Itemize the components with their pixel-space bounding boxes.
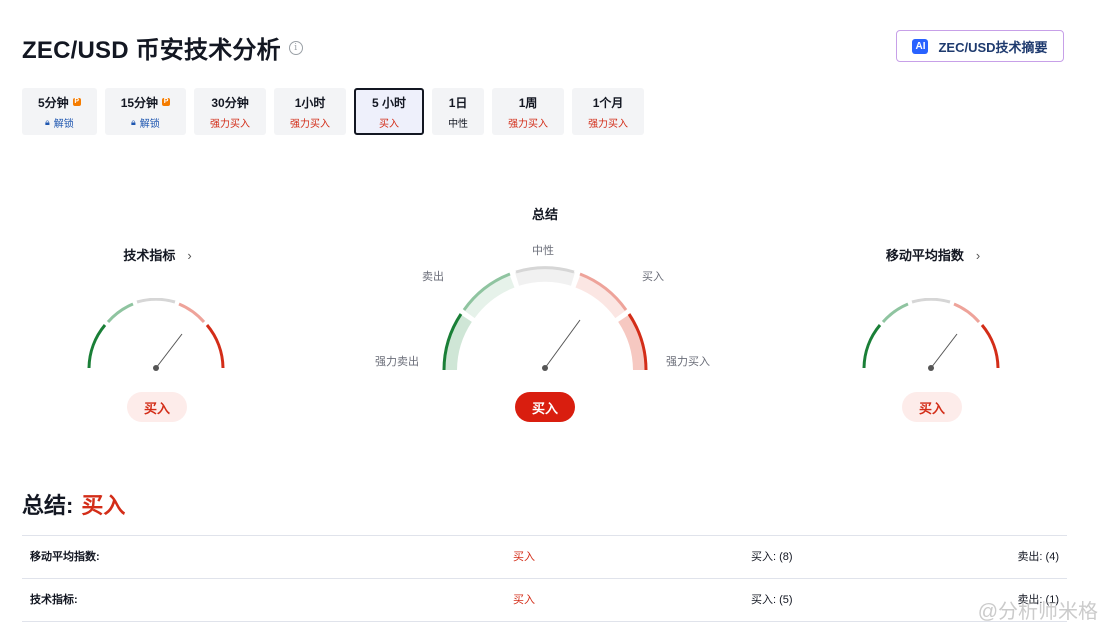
summary-gauge-title: 总结	[531, 207, 558, 222]
summary-heading-label: 总结:	[22, 493, 74, 518]
gauge-segment-neutral	[911, 298, 951, 304]
gauge-segment-buy	[953, 302, 981, 324]
tab-1w[interactable]: 1周 强力买入	[492, 88, 565, 135]
moving-averages-gauge-title[interactable]: 移动平均指数 ›	[868, 245, 998, 264]
summary-heading-value: 买入	[81, 493, 126, 518]
chevron-right-icon: ›	[187, 248, 192, 263]
table-row[interactable]: 技术指标: 买入 买入: (5) 卖出: (1)	[22, 578, 1067, 622]
gauge-segment-sell	[106, 302, 134, 324]
tab-1h[interactable]: 1小时 强力买入	[274, 88, 347, 135]
ai-summary-label: ZEC/USD技术摘要	[938, 39, 1048, 55]
page-title-text: ZEC/USD 币安技术分析	[22, 37, 281, 64]
chevron-right-icon: ›	[975, 248, 981, 263]
ai-summary-button[interactable]: AI ZEC/USD技术摘要	[896, 30, 1064, 62]
row-buy-count: 买入: (5)	[751, 594, 793, 606]
row-buy-count: 买入: (8)	[751, 551, 793, 563]
summary-heading: 总结: 买入	[22, 488, 125, 520]
tab-5h[interactable]: 5 小时 买入	[354, 88, 425, 135]
gauge-needle-hub	[542, 365, 548, 371]
tab-label: 1个月	[592, 95, 624, 110]
ai-icon: AI	[912, 38, 929, 54]
gauge-label-strong-buy: 强力买入	[666, 356, 710, 368]
gauge-band-neutral	[514, 267, 576, 286]
gauge-segment-strong-sell	[87, 324, 107, 369]
gauge-needle	[930, 333, 958, 369]
moving-averages-gauge	[862, 298, 1000, 371]
lock-icon: 🔒︎	[44, 116, 50, 127]
gauge-needle-hub	[153, 365, 159, 371]
gauge-segment-strong-sell	[862, 324, 882, 369]
gauge-needle	[155, 333, 183, 369]
summary-table: 移动平均指数: 买入 买入: (8) 卖出: (4) 技术指标: 买入 买入: …	[22, 535, 1067, 622]
row-name: 移动平均指数:	[30, 551, 100, 563]
premium-icon: P	[162, 98, 171, 106]
summary-reading-badge: 买入	[515, 392, 575, 422]
summary-gauge	[442, 266, 648, 371]
tab-status: 解锁	[139, 118, 160, 130]
tab-label: 5分钟	[38, 95, 69, 110]
gauge-needle	[544, 319, 581, 369]
moving-averages-gauge-title-text: 移动平均指数	[885, 248, 964, 263]
gauge-segment-sell	[881, 302, 909, 324]
gauge-needle-hub	[928, 365, 934, 371]
tab-status: 强力买入	[508, 118, 549, 130]
gauge-band-strong-buy	[618, 314, 647, 371]
tab-label: 1小时	[294, 95, 326, 110]
row-signal: 买入	[513, 594, 535, 606]
technical-reading-badge: 买入	[127, 392, 187, 422]
tab-1d[interactable]: 1日 中性	[432, 88, 485, 135]
row-name: 技术指标:	[30, 594, 78, 606]
tab-label: 15分钟	[120, 95, 159, 110]
tab-status: 强力买入	[588, 118, 629, 130]
technical-gauge-title[interactable]: 技术指标 ›	[100, 245, 215, 264]
row-signal: 买入	[513, 551, 535, 563]
tab-30m[interactable]: 30分钟 强力买入	[194, 88, 267, 135]
gauge-segment-strong-buy	[205, 324, 225, 369]
table-row[interactable]: 移动平均指数: 买入 买入: (8) 卖出: (4)	[22, 535, 1067, 578]
gauge-segment-strong-buy	[980, 324, 1000, 369]
tab-status: 解锁	[53, 118, 74, 130]
technical-gauge	[87, 298, 225, 371]
tab-label: 1日	[448, 95, 468, 110]
gauge-segment-buy	[178, 302, 206, 324]
gauge-label-strong-sell: 强力卖出	[375, 356, 419, 368]
premium-icon: P	[72, 98, 81, 106]
tab-1mo[interactable]: 1个月 强力买入	[572, 88, 645, 135]
tab-status: 中性	[448, 118, 469, 130]
tab-label: 1周	[518, 95, 538, 110]
gauge-label-neutral: 中性	[532, 245, 554, 257]
tab-label: 5 小时	[372, 95, 407, 110]
watermark: @分析师米格	[977, 601, 1098, 623]
moving-averages-reading-badge: 买入	[902, 392, 962, 422]
lock-icon: 🔒︎	[130, 116, 136, 127]
timeframe-tabs: 5分钟 P 🔒︎ 解锁 15分钟 P 🔒︎ 解锁 30分钟 强力买入 1小时 强力买入 …	[22, 88, 645, 135]
gauge-band-strong-sell	[443, 314, 472, 371]
tab-5m[interactable]: 5分钟 P 🔒︎ 解锁	[22, 88, 97, 135]
tab-label: 30分钟	[211, 95, 249, 110]
technical-gauge-title-text: 技术指标	[123, 248, 176, 263]
row-sell-count: 卖出: (4)	[1017, 551, 1059, 563]
tab-status: 强力买入	[290, 118, 331, 130]
tab-status: 买入	[379, 118, 400, 130]
gauge-segment-neutral	[136, 298, 176, 304]
info-icon[interactable]: i	[288, 40, 303, 55]
tab-status: 强力买入	[210, 118, 251, 130]
tab-15m[interactable]: 15分钟 P 🔒︎ 解锁	[104, 88, 187, 135]
page-title: ZEC/USD 币安技术分析 i	[22, 30, 303, 65]
